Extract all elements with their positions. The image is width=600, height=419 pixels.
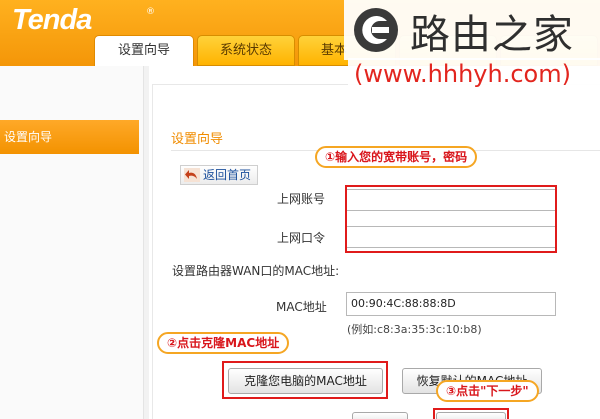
mac-label: MAC地址 <box>276 300 327 314</box>
annotation-step3: ③点击"下一步" <box>436 380 539 402</box>
back-home-label: 返回首页 <box>203 168 252 182</box>
watermark-url: (www.hhhyh.com) <box>354 60 571 88</box>
registered-mark: ® <box>146 7 155 17</box>
annotation-step2: ②点击克隆MAC地址 <box>157 332 290 354</box>
section-title: 设置向导 <box>171 132 224 147</box>
password-label: 上网口令 <box>277 231 326 245</box>
back-arrow-icon <box>184 168 200 182</box>
watermark-logo-icon <box>354 8 398 52</box>
tab-system-status[interactable]: 系统状态 <box>197 35 295 66</box>
highlight-clone-button <box>222 361 388 399</box>
mac-section-title: 设置路由器WAN口的MAC地址: <box>172 264 340 278</box>
highlight-next-button <box>433 408 509 419</box>
tab-setup-wizard[interactable]: 设置向导 <box>94 35 194 66</box>
prev-step-button[interactable] <box>352 412 408 419</box>
watermark-title: 路由之家 <box>410 12 574 58</box>
sidebar-divider <box>143 66 149 419</box>
sidebar-item-setup-wizard[interactable]: 设置向导 <box>0 120 139 154</box>
highlight-credentials <box>345 185 557 253</box>
tenda-logo: Tenda <box>12 4 92 36</box>
annotation-step1: ①输入您的宽带账号，密码 <box>315 146 478 168</box>
account-label: 上网账号 <box>277 192 326 206</box>
mac-example-hint: (例如:c8:3a:35:3c:10:b8) <box>347 323 482 336</box>
back-home-button[interactable]: 返回首页 <box>180 165 258 185</box>
sidebar <box>0 66 143 419</box>
mac-address-input[interactable]: 00:90:4C:88:88:8D <box>346 292 556 316</box>
